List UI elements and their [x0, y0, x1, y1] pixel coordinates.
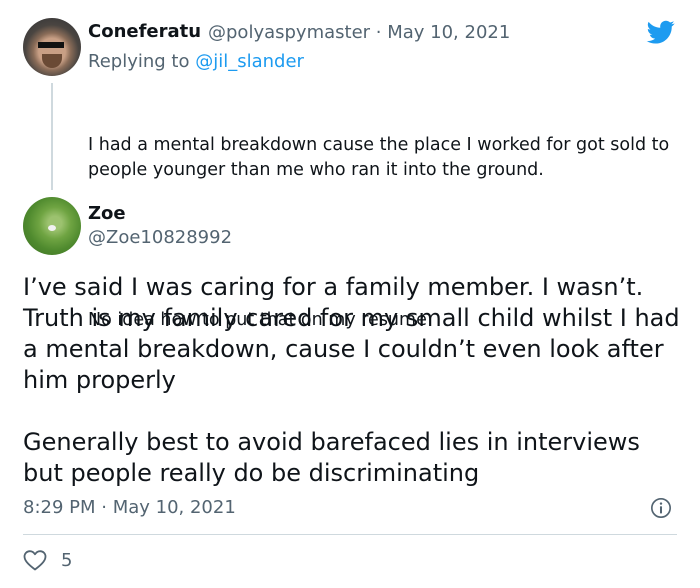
reply-author-name[interactable]: Coneferatu	[88, 21, 201, 42]
avatar-beard	[42, 54, 62, 68]
avatar-face-bar	[38, 42, 64, 48]
coneferatu-avatar[interactable]	[23, 18, 81, 76]
main-author-name[interactable]: Zoe	[88, 203, 126, 224]
main-author-handle[interactable]: @Zoe10828992	[88, 227, 232, 248]
thread-connector-line	[51, 83, 53, 190]
actions-divider	[23, 534, 677, 535]
info-icon[interactable]	[650, 497, 672, 519]
replying-to-handle[interactable]: @jil_slander	[195, 51, 304, 72]
twitter-bird-icon[interactable]	[645, 18, 677, 46]
reply-author-meta: @polyaspymaster · May 10, 2021	[208, 22, 511, 43]
heart-icon[interactable]	[23, 549, 47, 571]
main-paragraph: Generally best to avoid barefaced lies i…	[23, 428, 640, 487]
replying-to-line: Replying to @jil_slander	[88, 51, 304, 72]
like-count: 5	[61, 550, 73, 571]
replying-to-prefix: Replying to	[88, 51, 190, 72]
main-paragraph: I’ve said I was caring for a family memb…	[23, 273, 680, 394]
main-tweet-body: I’ve said I was caring for a family memb…	[23, 272, 683, 489]
zoe-avatar[interactable]	[23, 197, 81, 255]
reply-paragraph: I had a mental breakdown cause the place…	[88, 135, 675, 180]
tweet-timestamp[interactable]: 8:29 PM · May 10, 2021	[23, 497, 236, 518]
avatar-bird	[48, 225, 56, 231]
